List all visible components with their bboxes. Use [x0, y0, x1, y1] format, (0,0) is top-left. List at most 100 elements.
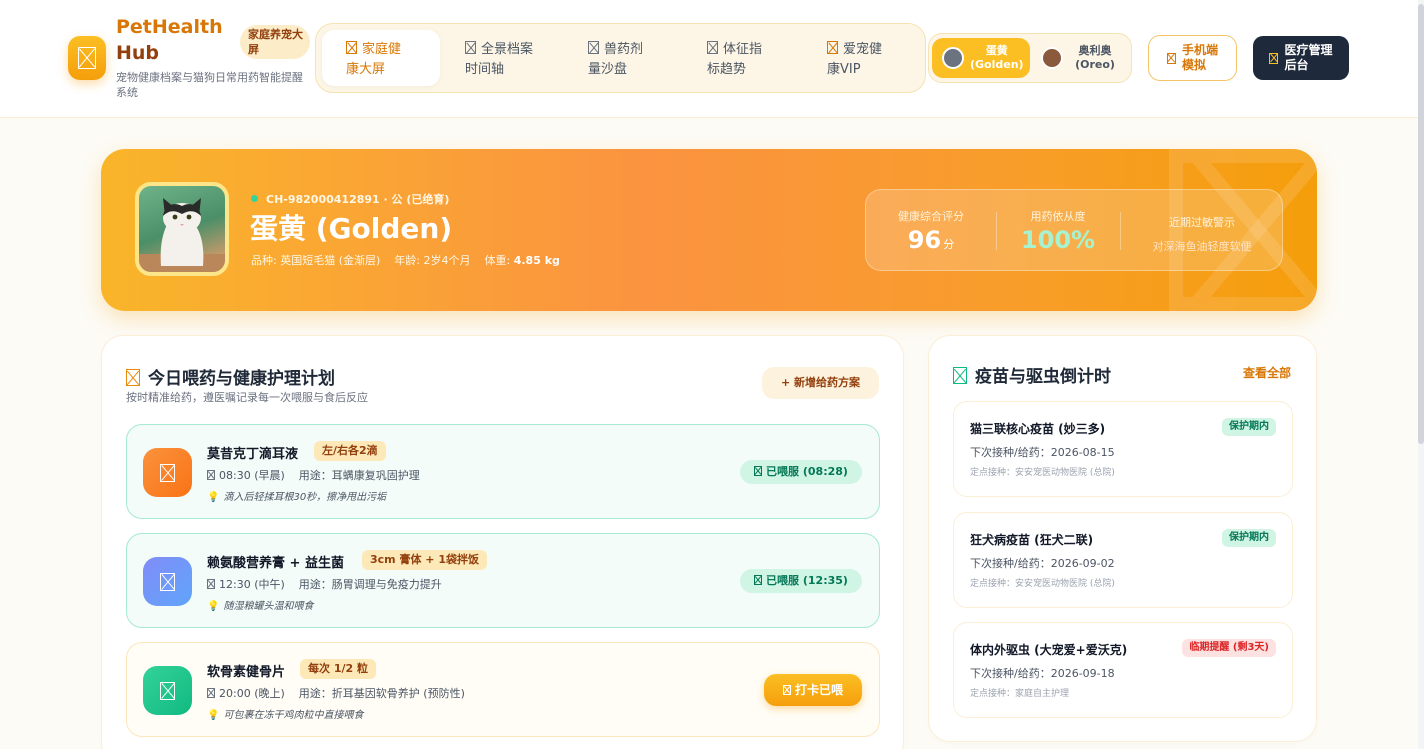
allergy-stat: 近期过敏警示 对深海鱼油轻度软便: [1121, 190, 1283, 272]
status-badge: 临期提醒 (剩3天): [1182, 639, 1276, 657]
mobile-preview-button[interactable]: 手机端 模拟: [1148, 35, 1237, 81]
status-text: 已喂服 (12:35): [766, 574, 848, 587]
medication-note-text: 随湿粮罐头温和喂食: [223, 601, 314, 612]
adherence-value: 100%: [1020, 226, 1096, 254]
logo[interactable]: [68, 36, 106, 80]
medication-name: 莫昔克丁滴耳液: [207, 447, 299, 462]
vaccine-item[interactable]: 体内外驱虫 (大宠爱+爱沃克) 临期提醒 (剩3天) 下次接种/给药：2026-…: [953, 622, 1293, 718]
button-label: 模拟: [1181, 58, 1206, 72]
check-icon: [754, 575, 763, 585]
microchip-id: CH-982000412891: [266, 193, 380, 206]
check-icon: [782, 685, 791, 695]
medication-note: 💡 随湿粮罐头温和喂食: [207, 597, 313, 612]
pet-weight-value: 4.85 kg: [513, 254, 560, 267]
pet-chip-oreo[interactable]: 奥利奥 (Oreo): [1031, 38, 1129, 78]
medication-icon-box: [143, 666, 192, 715]
nav-label: 全景档案: [481, 42, 534, 57]
status-badge: 保护期内: [1222, 418, 1276, 436]
admin-console-button[interactable]: 医疗管理 后台: [1253, 36, 1349, 80]
status-text: 已喂服 (08:28): [766, 465, 848, 478]
vaccine-location: 定点接种：家庭自主护理: [970, 689, 1070, 699]
main-nav: 家庭健康大屏 全景档案 时间轴 兽药剂量沙盘 体征指 标趋势 爱宠健 康VIP: [315, 23, 926, 93]
health-score-value: 96: [907, 226, 942, 254]
health-score-unit: 分: [943, 238, 955, 251]
button-label: 打卡已喂: [794, 683, 843, 697]
dashboard-icon: [346, 41, 357, 54]
medication-note: 💡 滴入后轻揉耳根30秒，擦净甩出污垢: [207, 488, 386, 503]
medication-item[interactable]: 赖氨酸营养膏 + 益生菌 3cm 膏体 + 1袋拌饭 12:30 (中午) 用途…: [126, 533, 880, 628]
vaccine-title: 疫苗与驱虫倒计时: [953, 362, 1111, 387]
nav-trend[interactable]: 体征指 标趋势: [683, 30, 801, 86]
nav-label: 康大屏: [346, 62, 386, 77]
brand-name-line2: Hub: [116, 42, 160, 64]
nav-label: 家庭健: [362, 42, 402, 57]
scrollbar-thumb[interactable]: [1418, 4, 1424, 444]
page-scrollbar[interactable]: [1418, 0, 1424, 749]
clock-icon: [207, 688, 215, 698]
medication-icon-box: [143, 557, 192, 606]
nav-vip[interactable]: 爱宠健 康VIP: [803, 30, 921, 86]
button-label: 后台: [1284, 58, 1309, 72]
vaccine-name: 猫三联核心疫苗 (妙三多): [970, 422, 1106, 436]
vaccine-item[interactable]: 猫三联核心疫苗 (妙三多) 保护期内 下次接种/给药：2026-08-15 定点…: [953, 401, 1293, 497]
pet-switcher: 蛋黄 (Golden) 奥利奥 (Oreo): [928, 33, 1132, 83]
medication-item[interactable]: 莫昔克丁滴耳液 左/右各2滴 08:30 (早晨) 用途：耳螨康复巩固护理 💡 滴…: [126, 424, 880, 519]
vip-icon: [827, 41, 838, 54]
nav-timeline[interactable]: 全景档案 时间轴: [441, 30, 559, 86]
avatar: [1041, 47, 1063, 69]
check-in-button[interactable]: 打卡已喂: [764, 674, 862, 706]
pet-chip-name: 奥利奥: [1078, 44, 1112, 57]
medicine-icon: [588, 41, 599, 54]
medication-icon-box: [143, 448, 192, 497]
status-badge: 保护期内: [1222, 529, 1276, 547]
pet-chip-name: 蛋黄: [985, 44, 1008, 57]
nav-label: 兽药剂: [604, 42, 644, 57]
chip-status-dot: [251, 195, 258, 202]
next-due-date: 下次接种/给药：2026-09-18: [970, 667, 1115, 680]
brand-subtitle: 宠物健康档案与猫狗日常用药智能提醒系统: [116, 71, 303, 99]
medication-note-text: 滴入后轻揉耳根30秒，擦净甩出污垢: [223, 492, 387, 503]
brand-name-line1: PetHealth: [116, 16, 223, 38]
drops-icon: [160, 463, 175, 482]
nav-medicine[interactable]: 兽药剂量沙盘: [564, 30, 682, 86]
nav-label: 体征指: [723, 42, 763, 57]
lightbulb-icon: 💡: [207, 492, 220, 503]
plan-title: 今日喂药与健康护理计划: [126, 364, 335, 389]
pet-chip-golden[interactable]: 蛋黄 (Golden): [932, 38, 1030, 78]
nav-dashboard[interactable]: 家庭健康大屏: [322, 30, 440, 86]
vaccine-name: 体内外驱虫 (大宠爱+爱沃克): [970, 643, 1128, 657]
view-all-link[interactable]: 查看全部: [1243, 364, 1291, 381]
medication-schedule: 20:00 (晚上) 用途：折耳基因软骨养护 (预防性): [207, 685, 465, 701]
dose-badge: 3cm 膏体 + 1袋拌饭: [362, 550, 487, 570]
timeline-icon: [465, 41, 476, 54]
brand-badge: 家庭养宠大屏: [240, 25, 310, 59]
dose-badge: 左/右各2滴: [314, 441, 386, 461]
adherence-stat: 用药依从度 100%: [997, 190, 1119, 272]
vaccine-location: 定点接种：安安宠医动物医院 (总院): [970, 579, 1115, 589]
medication-name: 软骨素健骨片: [207, 665, 286, 680]
medication-purpose: 用途：肠胃调理与免疫力提升: [298, 578, 442, 591]
next-due-date: 下次接种/给药：2026-09-02: [970, 557, 1115, 570]
nav-label: 量沙盘: [588, 62, 628, 77]
pet-profile-banner: CH-982000412891 · 公 (已绝育) 蛋黄 (Golden) 品种…: [101, 149, 1317, 311]
vaccine-location: 定点接种：安安宠医动物医院 (总院): [970, 468, 1115, 478]
top-header: PetHealth Hub 家庭养宠大屏 宠物健康档案与猫狗日常用药智能提醒系统…: [0, 0, 1424, 118]
add-medication-button[interactable]: + 新增给药方案: [762, 367, 879, 399]
vaccine-item[interactable]: 狂犬病疫苗 (狂犬二联) 保护期内 下次接种/给药：2026-09-02 定点接…: [953, 512, 1293, 608]
sex-status: · 公 (已绝育): [383, 193, 450, 206]
pet-chip-name: (Golden): [970, 58, 1024, 71]
pet-breed: 品种: 英国短毛猫 (金渐层): [251, 254, 381, 267]
admin-icon: [1269, 52, 1279, 64]
paw-logo-icon: [78, 47, 96, 69]
bone-icon: [160, 681, 175, 700]
medication-schedule: 12:30 (中午) 用途：肠胃调理与免疫力提升: [207, 576, 442, 592]
medication-time: 20:00 (晚上): [219, 687, 285, 700]
pet-avatar[interactable]: [135, 182, 229, 276]
plan-subtitle: 按时精准给药，遵医嘱记录每一次喂服与食后反应: [126, 391, 368, 404]
clock-icon: [207, 470, 215, 480]
medication-plan-panel: 今日喂药与健康护理计划 按时精准给药，遵医嘱记录每一次喂服与食后反应 + 新增给…: [101, 335, 904, 749]
lightbulb-icon: 💡: [207, 710, 220, 721]
medication-item[interactable]: 软骨素健骨片 每次 1/2 粒 20:00 (晚上) 用途：折耳基因软骨养护 (…: [126, 642, 880, 737]
health-stats-card: 健康综合评分 96 分 用药依从度 100% 近期过敏警示 对深海鱼油轻度软便: [865, 189, 1283, 271]
pet-age: 年龄: 2岁4个月: [394, 254, 471, 267]
